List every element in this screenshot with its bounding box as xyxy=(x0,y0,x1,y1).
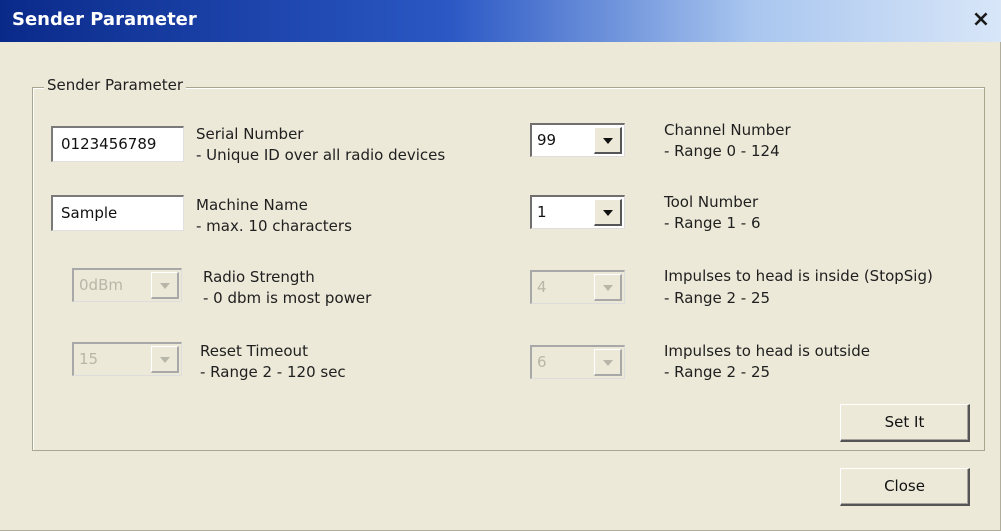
channel-number-hint: - Range 0 - 124 xyxy=(664,142,780,160)
chevron-down-icon xyxy=(151,272,179,299)
reset-timeout-value: 15 xyxy=(79,350,99,368)
reset-timeout-hint: - Range 2 - 120 sec xyxy=(200,363,346,381)
channel-number-value: 99 xyxy=(537,131,557,149)
tool-number-label: Tool Number xyxy=(664,193,759,211)
title-bar[interactable]: Sender Parameter × xyxy=(0,0,1001,42)
machine-name-hint: - max. 10 characters xyxy=(196,217,352,235)
chevron-down-icon xyxy=(594,274,622,301)
serial-number-hint: - Unique ID over all radio devices xyxy=(196,146,446,164)
machine-name-field[interactable]: Sample xyxy=(51,195,184,231)
reset-timeout-label: Reset Timeout xyxy=(200,342,308,360)
channel-number-select[interactable]: 99 xyxy=(530,123,625,157)
impulses-inside-hint: - Range 2 - 25 xyxy=(664,289,771,307)
chevron-down-icon xyxy=(151,346,179,373)
tool-number-value: 1 xyxy=(537,203,547,221)
sender-parameter-dialog: Sender Parameter × Sender Parameter 0123… xyxy=(0,0,1001,531)
serial-number-field[interactable]: 0123456789 xyxy=(51,126,184,162)
radio-strength-select: 0dBm xyxy=(72,268,182,302)
machine-name-label: Machine Name xyxy=(196,196,308,214)
radio-strength-value: 0dBm xyxy=(79,276,123,294)
impulses-inside-value: 4 xyxy=(537,278,547,296)
impulses-outside-label: Impulses to head is outside xyxy=(664,342,870,360)
impulses-outside-value: 6 xyxy=(537,353,547,371)
group-title: Sender Parameter xyxy=(44,76,186,94)
impulses-inside-label: Impulses to head is inside (StopSig) xyxy=(664,267,933,285)
impulses-inside-select: 4 xyxy=(530,270,625,304)
impulses-outside-select: 6 xyxy=(530,345,625,379)
serial-number-label: Serial Number xyxy=(196,125,304,143)
chevron-down-icon[interactable] xyxy=(594,199,622,226)
radio-strength-label: Radio Strength xyxy=(203,268,315,286)
channel-number-label: Channel Number xyxy=(664,121,791,139)
close-icon[interactable]: × xyxy=(969,6,993,34)
chevron-down-icon[interactable] xyxy=(594,127,622,154)
tool-number-hint: - Range 1 - 6 xyxy=(664,214,761,232)
tool-number-select[interactable]: 1 xyxy=(530,195,625,229)
close-button[interactable]: Close xyxy=(840,468,970,506)
chevron-down-icon xyxy=(594,349,622,376)
radio-strength-hint: - 0 dbm is most power xyxy=(203,289,372,307)
reset-timeout-select: 15 xyxy=(72,342,182,376)
set-it-button[interactable]: Set It xyxy=(840,404,970,442)
window-title: Sender Parameter xyxy=(12,9,197,30)
impulses-outside-hint: - Range 2 - 25 xyxy=(664,363,771,381)
